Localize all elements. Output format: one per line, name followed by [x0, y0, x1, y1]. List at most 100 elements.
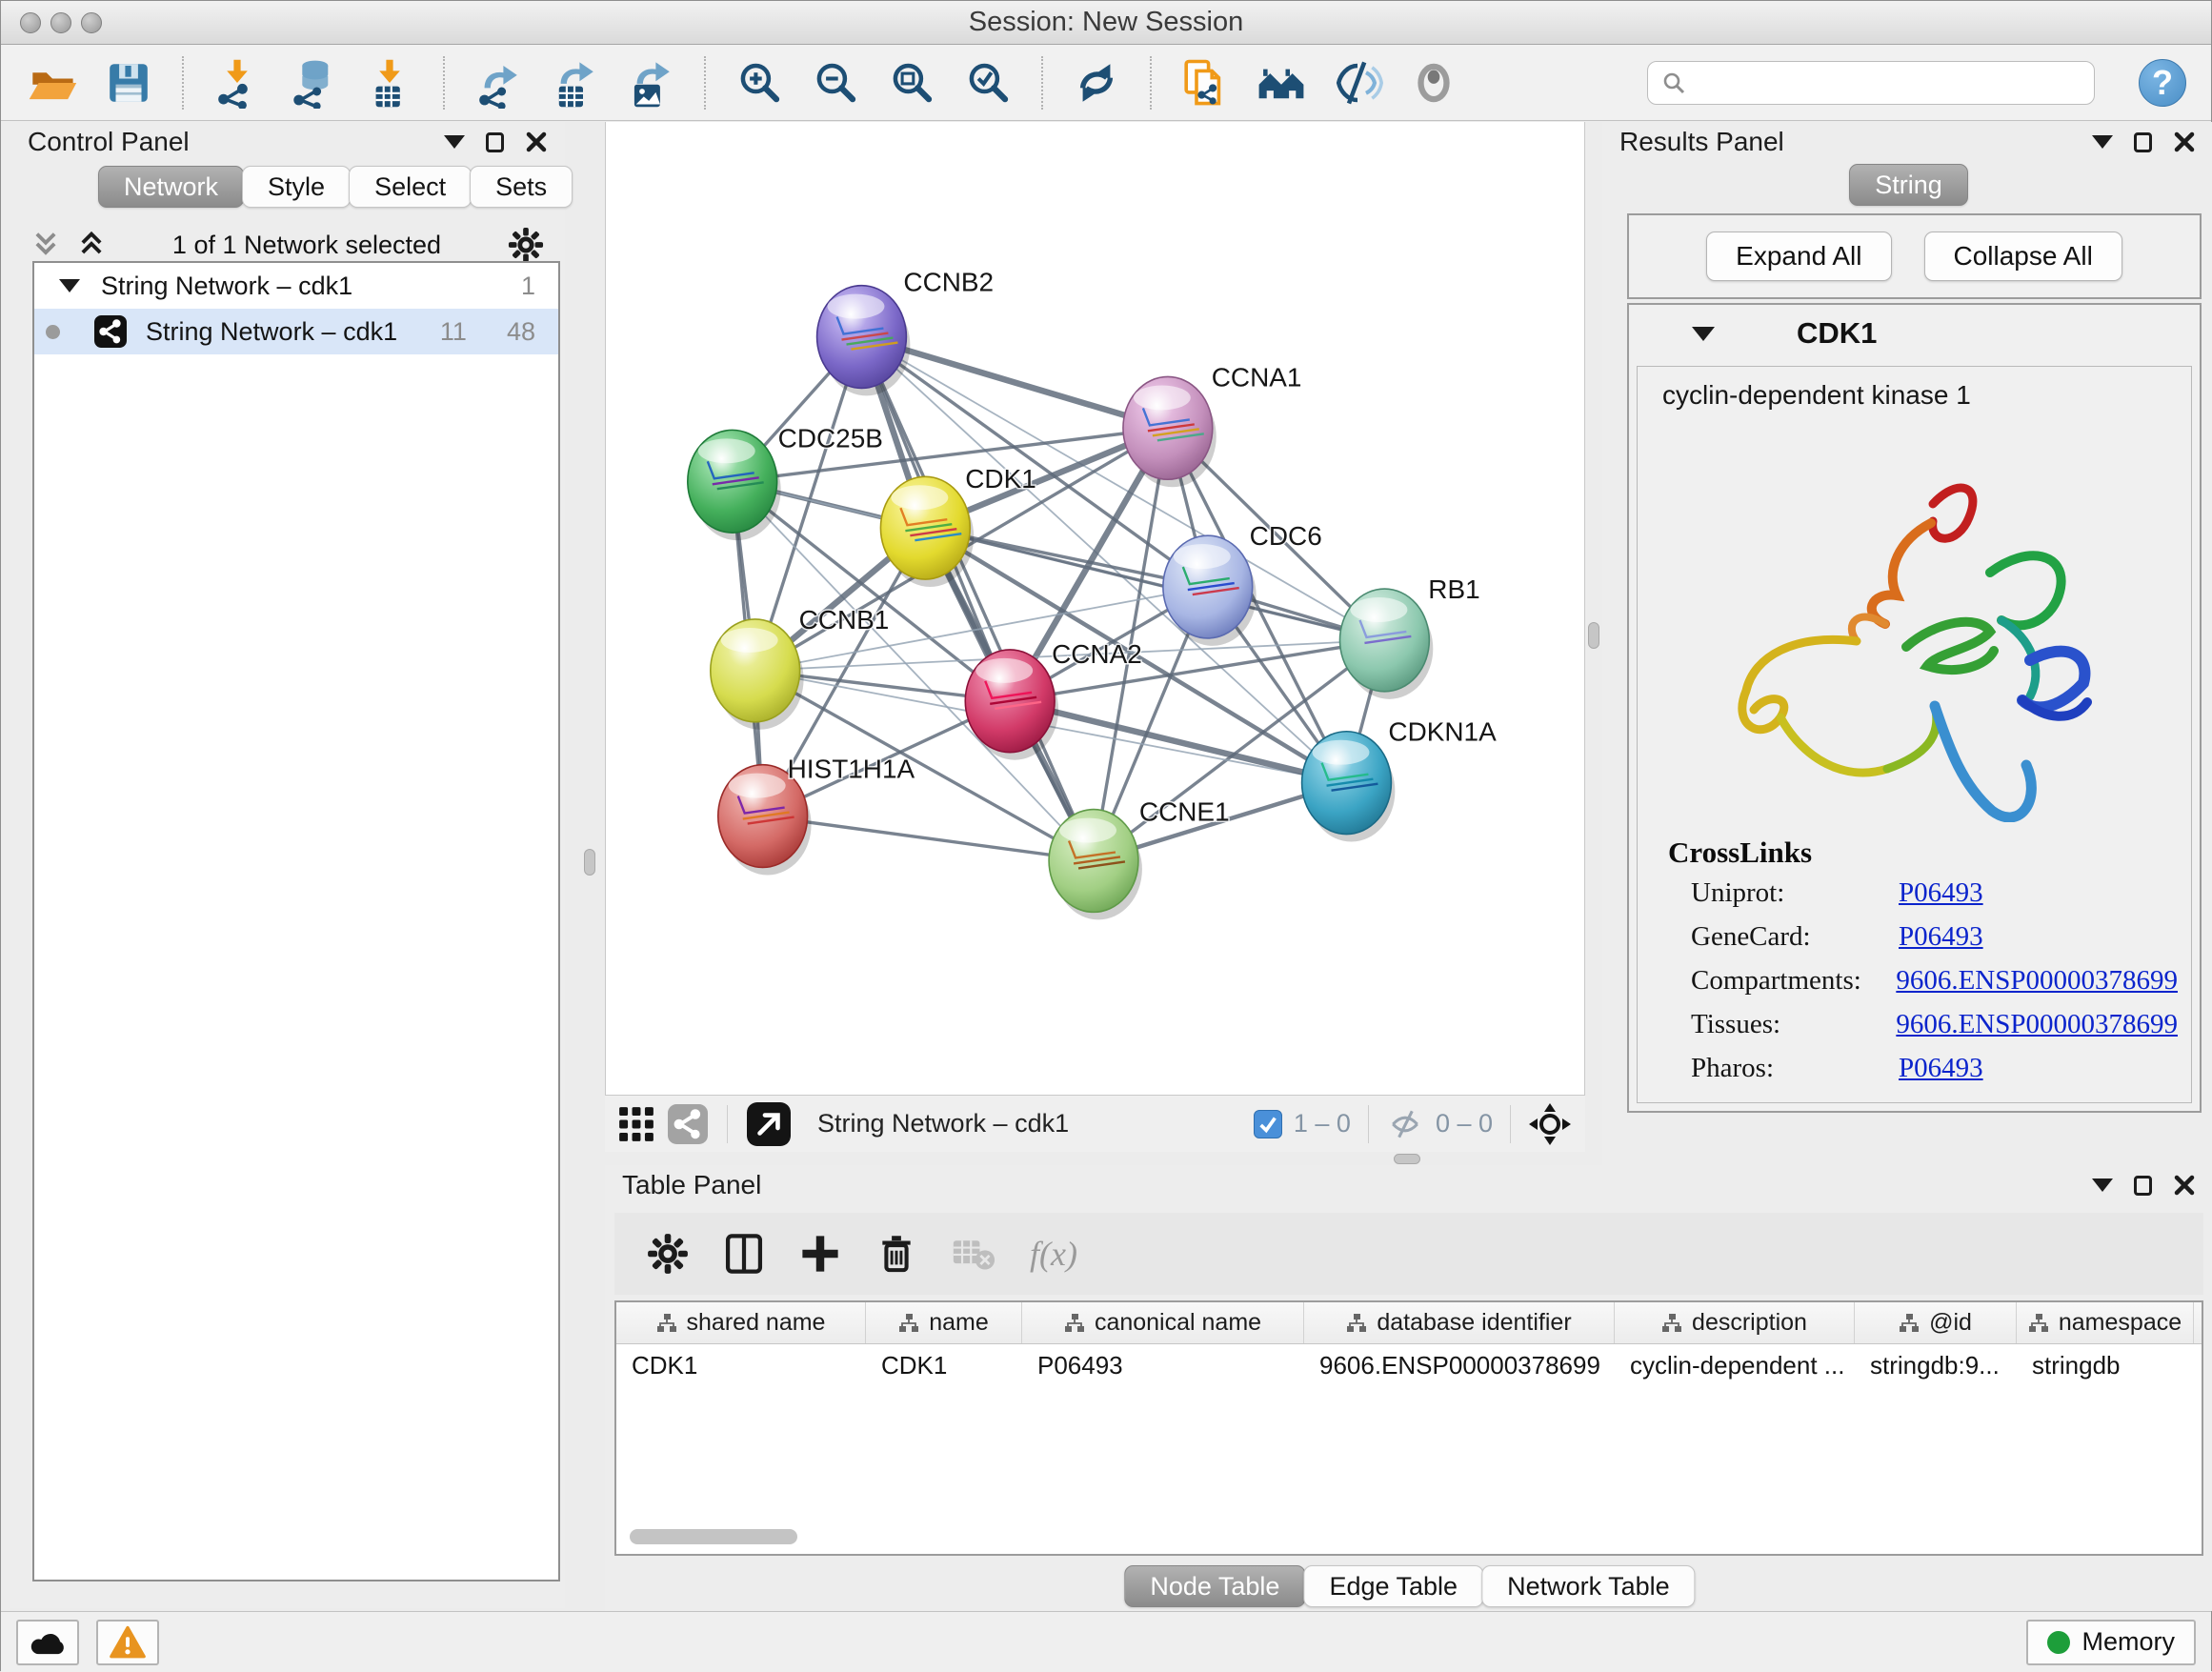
tab-edge-table[interactable]: Edge Table [1303, 1565, 1483, 1607]
home-networks-icon[interactable] [1255, 55, 1308, 111]
panel-menu-icon[interactable] [2092, 135, 2113, 149]
tab-sets[interactable]: Sets [470, 166, 573, 208]
memory-status-dot [2047, 1631, 2070, 1654]
hide-annotations-icon[interactable] [1331, 55, 1384, 111]
network-node-CCNB2[interactable] [817, 286, 911, 396]
network-collection-row[interactable]: String Network – cdk1 1 [34, 263, 558, 309]
search-input[interactable] [1696, 68, 2081, 97]
crosslink-value-link[interactable]: P06493 [1899, 1053, 1983, 1084]
network-canvas[interactable]: CCNB2CCNA1CDC25BCDK1CDC6RB1CCNB1CCNA2CDK… [605, 122, 1585, 1095]
show-graphics-details-icon[interactable] [1407, 55, 1460, 111]
zoom-in-icon[interactable] [733, 55, 786, 111]
string-view-icon[interactable] [668, 1104, 708, 1144]
network-node-CCNB1[interactable] [711, 619, 804, 730]
help-button[interactable]: ? [2139, 59, 2186, 107]
table-horizontal-scrollbar[interactable] [630, 1529, 797, 1544]
gene-collapse-icon[interactable] [1692, 327, 1715, 341]
network-node-CDC6[interactable] [1163, 535, 1257, 646]
minimize-window-button[interactable] [50, 12, 71, 33]
column-header-shared-name[interactable]: shared name [616, 1302, 866, 1343]
expand-all-tree-icon[interactable] [77, 230, 106, 260]
zoom-fit-icon[interactable] [885, 55, 938, 111]
memory-button[interactable]: Memory [2026, 1620, 2196, 1665]
collapse-all-tree-icon[interactable] [31, 230, 60, 260]
table-cell[interactable]: P06493 [1022, 1344, 1304, 1386]
panel-close-icon[interactable] [2173, 131, 2196, 153]
column-header-@id[interactable]: @id [1855, 1302, 2017, 1343]
panel-menu-icon[interactable] [2092, 1178, 2113, 1192]
function-builder-icon[interactable]: f(x) [1030, 1234, 1077, 1274]
collapse-all-button[interactable]: Collapse All [1924, 232, 2122, 281]
network-node-CCNE1[interactable] [1049, 810, 1142, 920]
network-edge[interactable] [763, 816, 1094, 861]
show-columns-icon[interactable] [723, 1233, 765, 1275]
export-network-icon[interactable] [472, 55, 525, 111]
tab-string[interactable]: String [1849, 164, 1968, 206]
panel-float-icon[interactable] [486, 132, 504, 152]
left-splitter-handle[interactable] [584, 849, 595, 876]
network-node-CCNA2[interactable] [965, 650, 1058, 760]
panel-close-icon[interactable] [2173, 1174, 2196, 1197]
add-column-icon[interactable] [799, 1233, 841, 1275]
crosslink-value-link[interactable]: 9606.ENSP00000378699 [1896, 965, 2178, 997]
table-cell[interactable]: 9606.ENSP00000378699 [1304, 1344, 1615, 1386]
node-label-RB1: RB1 [1428, 574, 1479, 604]
birdseye-grid-icon[interactable] [618, 1106, 654, 1142]
tab-network[interactable]: Network [98, 166, 244, 208]
selected-items-checkbox[interactable] [1254, 1110, 1282, 1138]
network-node-CDK1[interactable] [880, 476, 974, 587]
save-session-icon[interactable] [102, 55, 155, 111]
network-node-CDKN1A[interactable] [1302, 732, 1396, 842]
table-row[interactable]: CDK1CDK1P064939606.ENSP00000378699cyclin… [616, 1344, 2202, 1386]
crosslink-value-link[interactable]: P06493 [1899, 921, 1983, 953]
table-cell[interactable]: CDK1 [866, 1344, 1022, 1386]
fit-selected-crosshair-icon[interactable] [1528, 1102, 1572, 1146]
tab-network-table[interactable]: Network Table [1481, 1565, 1696, 1607]
tab-node-table[interactable]: Node Table [1124, 1565, 1305, 1607]
delete-table-icon[interactable] [952, 1235, 995, 1273]
table-cell[interactable]: stringdb:9... [1855, 1344, 2017, 1386]
column-header-canonical-name[interactable]: canonical name [1022, 1302, 1304, 1343]
zoom-out-icon[interactable] [809, 55, 862, 111]
bottom-splitter-handle[interactable] [1394, 1154, 1420, 1164]
right-splitter-handle[interactable] [1588, 622, 1599, 649]
cloud-button[interactable] [16, 1620, 79, 1665]
tab-style[interactable]: Style [242, 166, 351, 208]
table-cell[interactable]: cyclin-dependent ... [1615, 1344, 1855, 1386]
open-view-in-window-icon[interactable] [747, 1102, 791, 1146]
collection-expand-icon[interactable] [59, 279, 80, 292]
import-table-icon[interactable] [363, 55, 416, 111]
crosslink-value-link[interactable]: 9606.ENSP00000378699 [1896, 1009, 2178, 1040]
network-node-CDC25B[interactable] [688, 430, 781, 540]
crosslink-value-link[interactable]: P06493 [1899, 877, 1983, 909]
column-header-namespace[interactable]: namespace [2017, 1302, 2194, 1343]
network-options-gear-icon[interactable] [508, 227, 544, 263]
refresh-icon[interactable] [1070, 55, 1123, 111]
export-table-icon[interactable] [548, 55, 601, 111]
tab-select[interactable]: Select [349, 166, 472, 208]
import-network-icon[interactable] [211, 55, 264, 111]
close-window-button[interactable] [20, 12, 41, 33]
table-options-gear-icon[interactable] [647, 1233, 689, 1275]
network-node-RB1[interactable] [1339, 589, 1433, 699]
table-cell[interactable]: CDK1 [616, 1344, 866, 1386]
panel-float-icon[interactable] [2134, 1176, 2152, 1196]
network-node-CCNA1[interactable] [1123, 376, 1217, 487]
delete-column-icon[interactable] [875, 1233, 917, 1275]
column-header-database-identifier[interactable]: database identifier [1304, 1302, 1615, 1343]
expand-all-button[interactable]: Expand All [1706, 232, 1891, 281]
column-header-description[interactable]: description [1615, 1302, 1855, 1343]
export-image-icon[interactable] [624, 55, 677, 111]
panel-menu-icon[interactable] [444, 135, 465, 149]
network-row[interactable]: String Network – cdk1 11 48 [34, 309, 558, 354]
import-database-icon[interactable] [287, 55, 340, 111]
zoom-window-button[interactable] [81, 12, 102, 33]
zoom-selected-icon[interactable] [961, 55, 1015, 111]
clone-network-icon[interactable] [1178, 55, 1232, 111]
warning-button[interactable] [96, 1620, 159, 1665]
open-session-icon[interactable] [26, 55, 79, 111]
panel-close-icon[interactable] [525, 131, 548, 153]
column-header-name[interactable]: name [866, 1302, 1022, 1343]
panel-float-icon[interactable] [2134, 132, 2152, 152]
table-cell[interactable]: stringdb [2017, 1344, 2194, 1386]
